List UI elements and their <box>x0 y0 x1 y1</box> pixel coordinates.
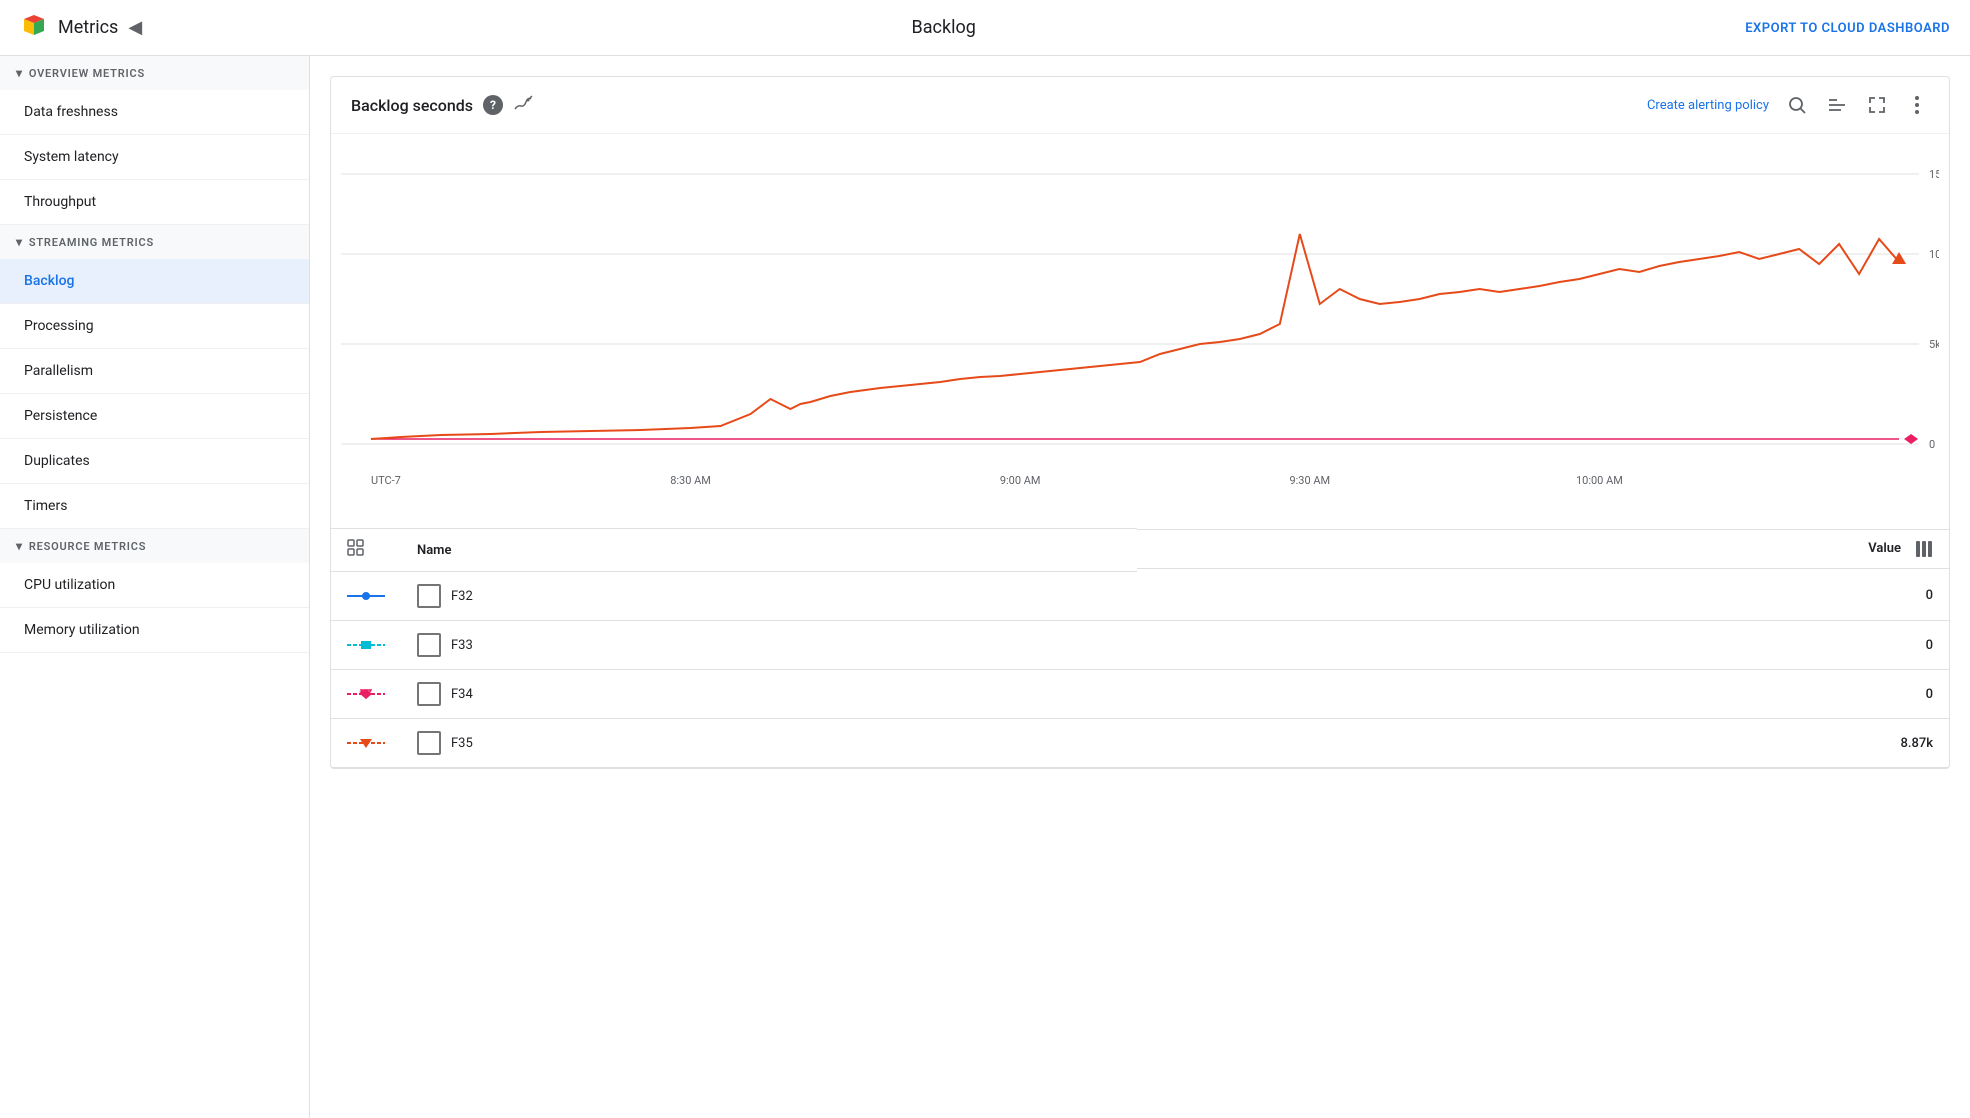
metrics-explorer-icon[interactable] <box>513 95 533 115</box>
series-name-cell: F33 <box>401 621 1137 670</box>
series-indicator-cell <box>331 621 401 670</box>
sidebar-section-streaming[interactable]: ▾ STREAMING METRICS <box>0 225 309 259</box>
table-row: F35 8.87k <box>331 719 1949 768</box>
sidebar-item-timers[interactable]: Timers <box>0 484 309 529</box>
app-title: Metrics <box>58 17 118 38</box>
svg-text:8:30 AM: 8:30 AM <box>670 474 711 487</box>
svg-text:0: 0 <box>1929 438 1935 451</box>
table-row: F32 0 <box>331 572 1949 621</box>
legend-table: Name Value <box>331 528 1949 768</box>
content-area: Backlog seconds ? Create alerting policy <box>310 56 1970 1118</box>
svg-text:9:30 AM: 9:30 AM <box>1289 474 1330 487</box>
overview-section-label: OVERVIEW METRICS <box>29 67 145 80</box>
chevron-down-icon: ▾ <box>16 539 23 553</box>
sidebar-section-overview[interactable]: ▾ OVERVIEW METRICS <box>0 56 309 90</box>
sidebar-item-data-freshness[interactable]: Data freshness <box>0 90 309 135</box>
main-layout: ▾ OVERVIEW METRICS Data freshness System… <box>0 56 1970 1118</box>
chart-card: Backlog seconds ? Create alerting policy <box>330 76 1950 769</box>
series-value-cell: 0 <box>1137 572 1949 621</box>
collapse-sidebar-button[interactable]: ◀ <box>128 17 142 38</box>
chart-header: Backlog seconds ? Create alerting policy <box>331 77 1949 134</box>
series-value-cell: 0 <box>1137 621 1949 670</box>
table-header-name: Name <box>401 529 1137 572</box>
table-row: F34 0 <box>331 670 1949 719</box>
page-title: Backlog <box>912 17 976 38</box>
svg-text:9:00 AM: 9:00 AM <box>1000 474 1041 487</box>
sidebar-item-parallelism[interactable]: Parallelism <box>0 349 309 394</box>
resource-section-label: RESOURCE METRICS <box>29 540 146 553</box>
series-value-cell: 8.87k <box>1137 719 1949 768</box>
sidebar-item-duplicates[interactable]: Duplicates <box>0 439 309 484</box>
series-value-cell: 0 <box>1137 670 1949 719</box>
chart-container: 15k 10k 5k 0 UTC-7 8:30 AM <box>331 134 1949 528</box>
help-icon[interactable]: ? <box>483 95 503 115</box>
sidebar-item-backlog[interactable]: Backlog <box>0 259 309 304</box>
sidebar: ▾ OVERVIEW METRICS Data freshness System… <box>0 56 310 1118</box>
series-checkbox[interactable] <box>417 633 441 657</box>
table-row: F33 0 <box>331 621 1949 670</box>
sidebar-section-resource[interactable]: ▾ RESOURCE METRICS <box>0 529 309 563</box>
table-header-icon <box>331 529 401 572</box>
sidebar-item-processing[interactable]: Processing <box>0 304 309 349</box>
sidebar-item-throughput[interactable]: Throughput <box>0 180 309 225</box>
top-header: Metrics ◀ Backlog EXPORT TO CLOUD DASHBO… <box>0 0 1970 56</box>
svg-text:10:00 AM: 10:00 AM <box>1576 474 1623 487</box>
series-name-cell: F35 <box>401 719 1137 768</box>
series-name-cell: F34 <box>401 670 1137 719</box>
backlog-chart: 15k 10k 5k 0 UTC-7 8:30 AM <box>341 144 1939 524</box>
chart-title-area: Backlog seconds ? <box>351 95 533 115</box>
more-options-icon[interactable] <box>1905 93 1929 117</box>
chart-actions: Create alerting policy <box>1647 93 1929 117</box>
series-checkbox[interactable] <box>417 731 441 755</box>
chart-title: Backlog seconds <box>351 96 473 115</box>
legend-icon[interactable] <box>1825 93 1849 117</box>
chevron-down-icon: ▾ <box>16 66 23 80</box>
chevron-down-icon: ▾ <box>16 235 23 249</box>
series-name-cell: F32 <box>401 572 1137 621</box>
app-logo <box>20 11 48 45</box>
svg-text:5k: 5k <box>1929 338 1939 351</box>
header-left: Metrics ◀ <box>20 11 142 45</box>
search-icon[interactable] <box>1785 93 1809 117</box>
create-alerting-policy-link[interactable]: Create alerting policy <box>1647 98 1769 113</box>
series-indicator-cell <box>331 719 401 768</box>
series-checkbox[interactable] <box>417 584 441 608</box>
fullscreen-icon[interactable] <box>1865 93 1889 117</box>
streaming-section-label: STREAMING METRICS <box>29 236 154 249</box>
series-indicator-cell <box>331 670 401 719</box>
sidebar-item-memory-utilization[interactable]: Memory utilization <box>0 608 309 653</box>
sidebar-item-persistence[interactable]: Persistence <box>0 394 309 439</box>
export-to-cloud-dashboard-button[interactable]: EXPORT TO CLOUD DASHBOARD <box>1745 21 1950 36</box>
sidebar-item-cpu-utilization[interactable]: CPU utilization <box>0 563 309 608</box>
table-header-value: Value <box>1137 529 1949 569</box>
header-right: EXPORT TO CLOUD DASHBOARD <box>1745 20 1950 36</box>
series-indicator-cell <box>331 572 401 621</box>
series-checkbox[interactable] <box>417 682 441 706</box>
svg-text:15k: 15k <box>1929 168 1939 181</box>
sidebar-item-system-latency[interactable]: System latency <box>0 135 309 180</box>
svg-text:10k: 10k <box>1929 248 1939 261</box>
svg-text:UTC-7: UTC-7 <box>371 474 401 487</box>
